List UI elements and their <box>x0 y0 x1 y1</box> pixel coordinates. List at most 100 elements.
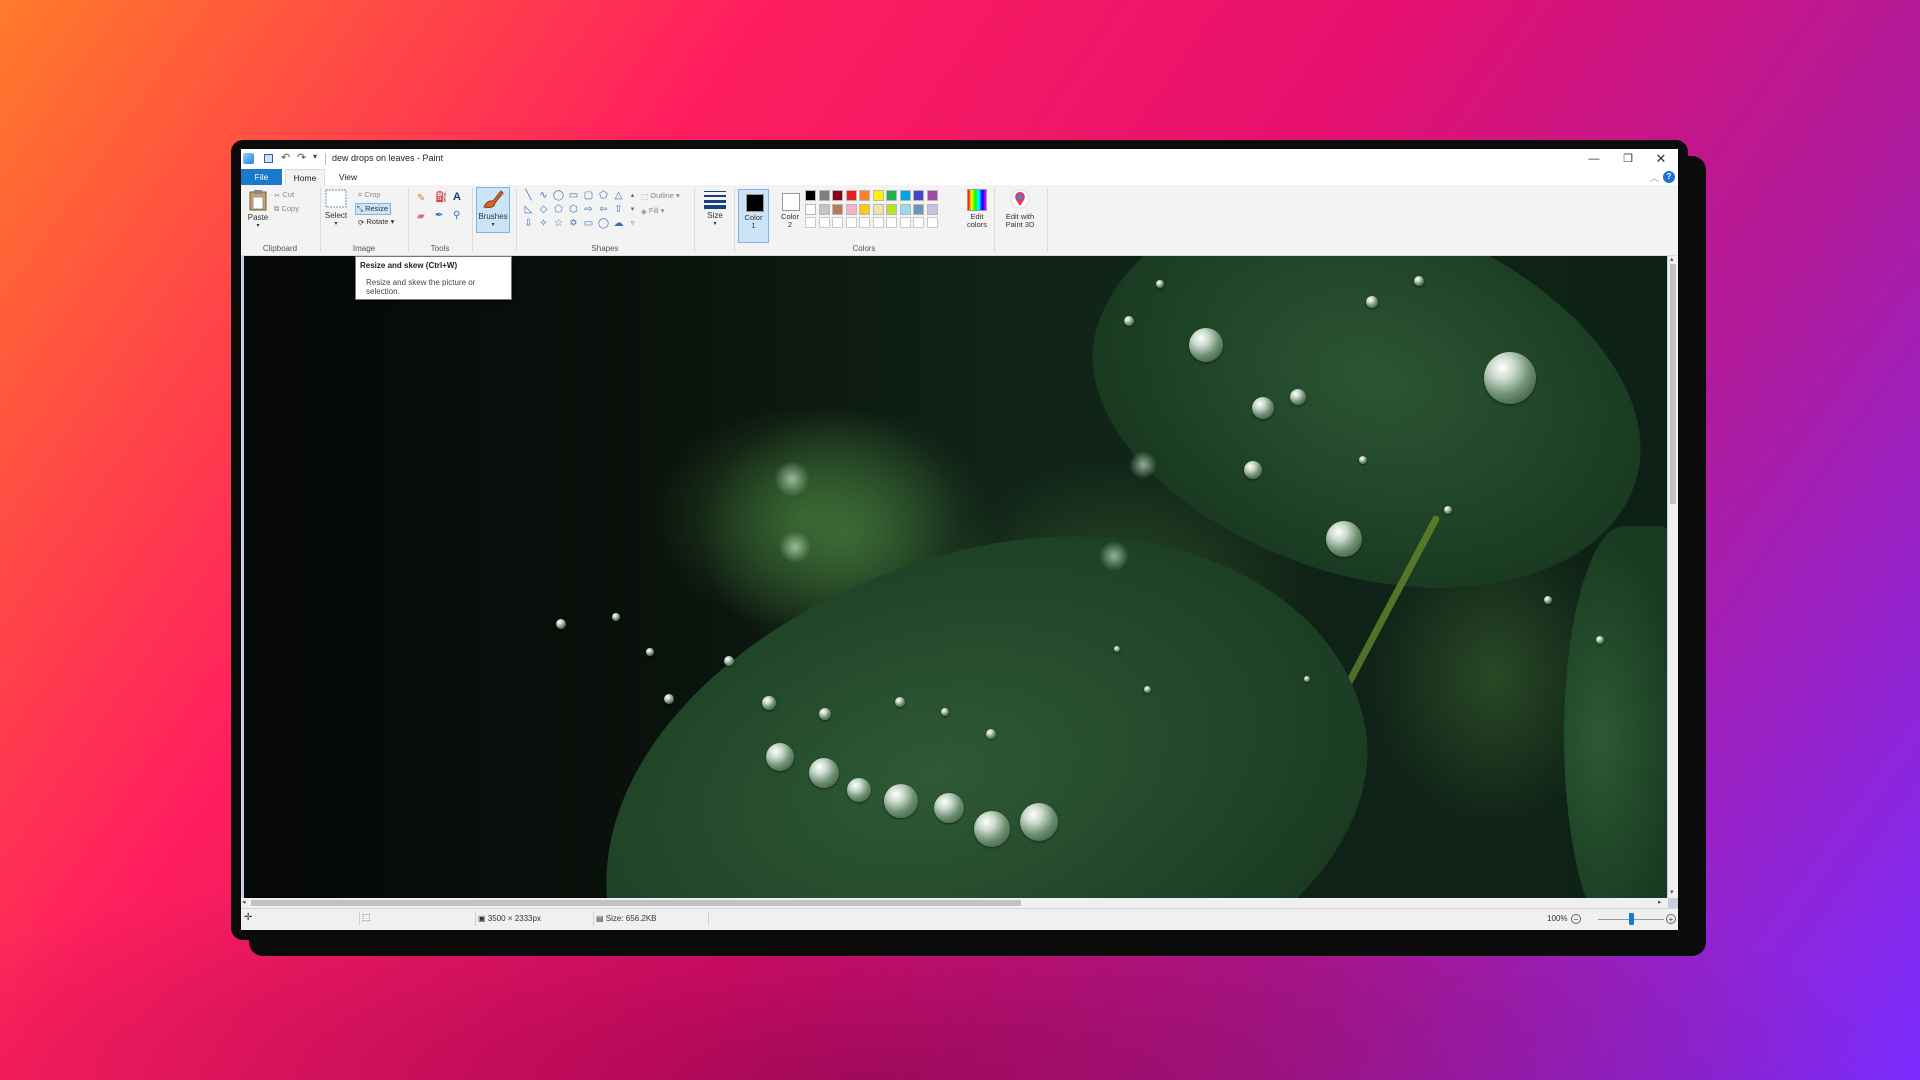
fill-button[interactable]: ◈ Fill ▾ <box>641 206 664 216</box>
brushes-button[interactable]: Brushes ▾ <box>476 187 510 233</box>
zoom-slider-thumb[interactable] <box>1629 913 1634 925</box>
palette-color-swatch[interactable] <box>845 190 857 201</box>
callout-oval-shape-icon[interactable]: ◯ <box>597 217 610 230</box>
palette-color-swatch[interactable] <box>832 203 843 215</box>
palette-custom-swatch[interactable] <box>832 217 843 228</box>
palette-custom-swatch[interactable] <box>818 217 830 228</box>
palette-color-swatch[interactable] <box>913 190 924 201</box>
text-tool-icon[interactable]: A <box>453 191 461 203</box>
rounded-rectangle-shape-icon[interactable]: ▢ <box>582 189 595 202</box>
color-picker-icon[interactable]: ✒ <box>435 210 443 221</box>
rotate-button[interactable]: ⟳ Rotate ▾ <box>358 217 394 227</box>
size-button[interactable]: Size ▾ <box>699 189 731 227</box>
pencil-icon[interactable]: ✎ <box>417 193 425 204</box>
close-button[interactable]: ✕ <box>1644 149 1678 169</box>
scroll-right-arrow-icon[interactable]: ▸ <box>1658 898 1662 906</box>
tab-home[interactable]: Home <box>285 169 325 185</box>
palette-color-swatch[interactable] <box>926 203 938 215</box>
paste-dropdown-icon[interactable]: ▾ <box>247 222 269 229</box>
palette-color-swatch[interactable] <box>886 203 897 215</box>
minimize-button[interactable]: — <box>1577 149 1611 169</box>
help-icon[interactable]: ? <box>1663 171 1675 183</box>
vertical-scrollbar[interactable]: ▴ ▾ <box>1668 256 1678 898</box>
fill-bucket-icon[interactable]: ⛽ <box>435 192 447 203</box>
shapes-scroll-up-icon[interactable]: ▴ <box>626 189 639 202</box>
edit-colors-button[interactable]: Edit colors <box>962 189 992 229</box>
select-button[interactable]: Select ▾ <box>323 189 349 227</box>
rectangle-shape-icon[interactable]: ▭ <box>567 189 580 202</box>
palette-custom-swatch[interactable] <box>913 217 924 228</box>
tab-view[interactable]: View <box>328 169 368 185</box>
paint-app-icon[interactable] <box>243 153 254 164</box>
save-icon[interactable] <box>264 154 273 163</box>
palette-color-swatch[interactable] <box>832 190 843 201</box>
shapes-scroll-down-icon[interactable]: ▾ <box>626 203 639 216</box>
palette-color-swatch[interactable] <box>899 190 911 201</box>
palette-color-swatch[interactable] <box>872 190 884 201</box>
select-dropdown-icon[interactable]: ▾ <box>323 220 349 227</box>
restore-button[interactable]: ❐ <box>1611 149 1645 169</box>
collapse-ribbon-icon[interactable]: ︿ <box>1650 171 1659 184</box>
callout-cloud-shape-icon[interactable]: ☁ <box>612 217 625 230</box>
palette-custom-swatch[interactable] <box>872 217 884 228</box>
polygon-shape-icon[interactable]: ⬠ <box>597 189 610 202</box>
palette-color-swatch[interactable] <box>805 190 816 201</box>
scroll-down-arrow-icon[interactable]: ▾ <box>1670 888 1674 896</box>
tab-file[interactable]: File <box>241 169 282 185</box>
palette-color-swatch[interactable] <box>872 203 884 215</box>
color2-button[interactable] <box>782 193 800 211</box>
down-arrow-shape-icon[interactable]: ⇩ <box>522 217 535 230</box>
outline-button[interactable]: ⬚ Outline ▾ <box>641 191 680 201</box>
zoom-in-icon[interactable]: + <box>1666 914 1676 924</box>
redo-icon[interactable]: ↷ <box>297 151 306 164</box>
horizontal-scrollbar[interactable]: ◂ ▸ <box>241 898 1668 908</box>
hexagon-shape-icon[interactable]: ⬡ <box>567 203 580 216</box>
line-shape-icon[interactable]: ╲ <box>522 189 535 202</box>
palette-color-swatch[interactable] <box>818 190 830 201</box>
palette-color-swatch[interactable] <box>859 190 870 201</box>
palette-color-swatch[interactable] <box>818 203 830 215</box>
diamond-shape-icon[interactable]: ◇ <box>537 203 550 216</box>
horizontal-scroll-thumb[interactable] <box>251 900 1021 906</box>
palette-custom-swatch[interactable] <box>859 217 870 228</box>
palette-color-swatch[interactable] <box>926 190 938 201</box>
right-arrow-shape-icon[interactable]: ⇨ <box>582 203 595 216</box>
palette-color-swatch[interactable] <box>859 203 870 215</box>
oval-shape-icon[interactable]: ◯ <box>552 189 565 202</box>
curve-shape-icon[interactable]: ∿ <box>537 189 550 202</box>
palette-color-swatch[interactable] <box>886 190 897 201</box>
shapes-expand-icon[interactable]: ▿ <box>626 217 639 230</box>
undo-icon[interactable]: ↶ <box>281 151 290 164</box>
edit-with-paint3d-button[interactable]: Edit with Paint 3D <box>998 189 1042 229</box>
cut-button[interactable]: ✂ Cut <box>274 190 294 200</box>
color1-button[interactable]: Color 1 <box>738 189 769 243</box>
vertical-scroll-thumb[interactable] <box>1670 264 1676 504</box>
canvas-image[interactable] <box>244 256 1667 898</box>
right-triangle-shape-icon[interactable]: ◺ <box>522 203 535 216</box>
left-arrow-shape-icon[interactable]: ⇦ <box>597 203 610 216</box>
palette-custom-swatch[interactable] <box>845 217 857 228</box>
up-arrow-shape-icon[interactable]: ⇧ <box>612 203 625 216</box>
palette-color-swatch[interactable] <box>805 203 816 215</box>
palette-custom-swatch[interactable] <box>899 217 911 228</box>
four-point-star-shape-icon[interactable]: ✧ <box>537 217 550 230</box>
palette-color-swatch[interactable] <box>899 203 911 215</box>
six-point-star-shape-icon[interactable]: ✡ <box>567 217 580 230</box>
palette-custom-swatch[interactable] <box>926 217 938 228</box>
customize-quick-access-icon[interactable]: ▾ <box>313 152 317 161</box>
five-point-star-shape-icon[interactable]: ☆ <box>552 217 565 230</box>
copy-button[interactable]: ⧉ Copy <box>274 204 299 214</box>
palette-color-swatch[interactable] <box>845 203 857 215</box>
paste-button[interactable]: Paste ▾ <box>247 189 269 229</box>
callout-rectangle-shape-icon[interactable]: ▭ <box>582 217 595 230</box>
pentagon-shape-icon[interactable]: ⬠ <box>552 203 565 216</box>
eraser-icon[interactable]: ▰ <box>417 211 425 222</box>
magnifier-icon[interactable]: ⚲ <box>453 210 460 221</box>
scroll-left-arrow-icon[interactable]: ◂ <box>242 898 246 906</box>
palette-color-swatch[interactable] <box>913 203 924 215</box>
resize-button[interactable]: ⤡ Resize <box>355 203 392 216</box>
scroll-up-arrow-icon[interactable]: ▴ <box>1670 255 1674 263</box>
palette-custom-swatch[interactable] <box>886 217 897 228</box>
crop-button[interactable]: ⌗ Crop <box>358 190 381 200</box>
zoom-out-icon[interactable]: − <box>1571 914 1581 924</box>
